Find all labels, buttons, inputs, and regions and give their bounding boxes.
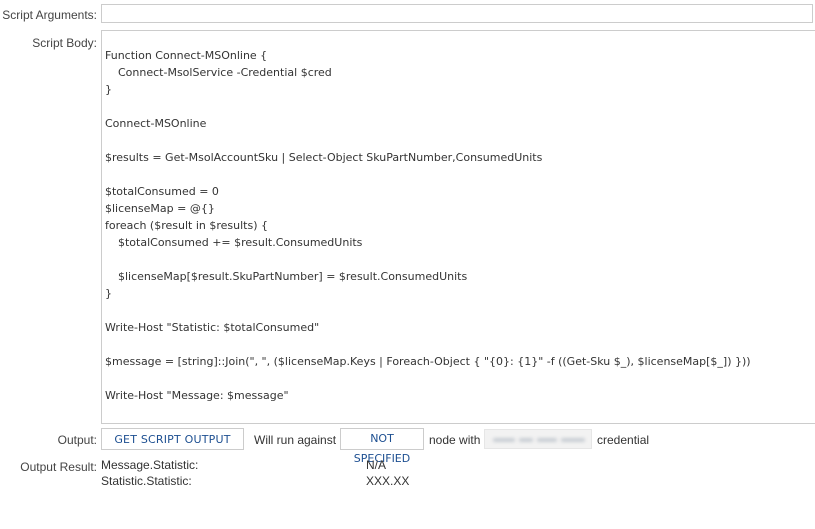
result-value: XXX.XX — [366, 474, 410, 488]
node-selector[interactable]: NOT SPECIFIED — [340, 428, 424, 465]
script-body-editor[interactable]: Function Connect-MSOnline { Connect-MsolS… — [101, 30, 815, 424]
redacted-credential — [519, 438, 533, 442]
script-body-label: Script Body: — [32, 36, 97, 50]
redacted-credential — [537, 438, 557, 442]
code-line: $message = [string]::Join(", ", ($licens… — [105, 355, 751, 368]
result-name: Message.Statistic: — [101, 458, 199, 472]
output-result-label: Output Result: — [20, 460, 97, 474]
code-line: Connect-MsolService -Credential $cred — [118, 66, 332, 79]
credential-text: credential — [597, 433, 650, 447]
code-line: $licenseMap[$result.SkuPartNumber] = $re… — [118, 270, 468, 283]
code-line: $results = Get-MsolAccountSku | Select-O… — [105, 151, 543, 164]
credential-selector[interactable] — [484, 429, 592, 449]
result-name: Statistic.Statistic: — [101, 474, 192, 488]
code-line: $totalConsumed += $result.ConsumedUnits — [118, 236, 363, 249]
output-label: Output: — [57, 433, 97, 447]
result-value: N/A — [366, 458, 387, 472]
node-with-text: node with — [429, 433, 481, 447]
script-arguments-label: Script Arguments: — [2, 8, 97, 22]
will-run-against-text: Will run against — [254, 433, 337, 447]
script-arguments-input[interactable] — [101, 4, 813, 23]
code-line: $totalConsumed = 0 — [105, 185, 219, 198]
code-line: Write-Host "Message: $message" — [105, 389, 289, 402]
code-line: $licenseMap = @{} — [105, 202, 215, 215]
code-line: Function Connect-MSOnline { — [105, 49, 268, 62]
redacted-credential — [493, 438, 515, 442]
code-line: Connect-MSOnline — [105, 117, 207, 130]
code-line: foreach ($result in $results) { — [105, 219, 268, 232]
redacted-credential — [561, 438, 585, 442]
code-line: } — [105, 287, 112, 300]
code-line: Write-Host "Statistic: $totalConsumed" — [105, 321, 320, 334]
get-script-output-button[interactable]: GET SCRIPT OUTPUT — [101, 428, 244, 450]
code-line: } — [105, 83, 112, 96]
